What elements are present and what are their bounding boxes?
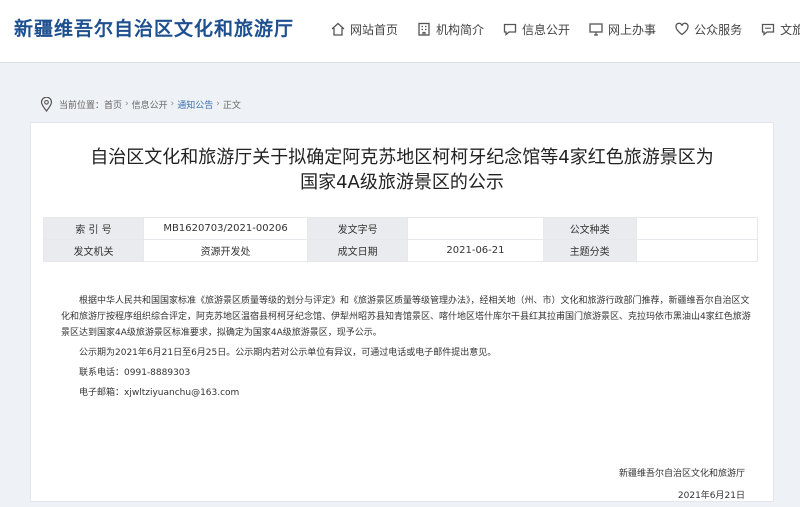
- breadcrumb-notices[interactable]: 通知公告: [177, 98, 213, 111]
- building-icon: [418, 22, 430, 36]
- signature-date: 2021年6月21日: [677, 491, 745, 501]
- article-title-line-1: 自治区文化和旅游厅关于拟确定阿克苏地区柯柯牙纪念馆等4家红色旅游景区为: [90, 147, 714, 168]
- meta-row: 发文机关 资源开发处 成文日期 2021-06-21 主题分类: [43, 239, 759, 262]
- nav-item-label: 网上办事: [608, 22, 657, 37]
- document-meta-table: 索 引 号 MB1620703/2021-00206 发文字号 公文种类 发文机…: [43, 217, 759, 262]
- home-icon: [331, 22, 345, 36]
- signature-block: 新疆维吾尔自治区文化和旅游厅 2021年6月21日: [619, 463, 745, 507]
- meta-value-date: 2021-06-21: [407, 239, 544, 262]
- contact-phone-label: 联系电话：: [79, 368, 125, 378]
- site-header: 新疆维吾尔自治区文化和旅游厅 网站首页 机构简介 信息公开 网上办事 公众服务 …: [0, 0, 800, 63]
- contact-phone-value: 0991-8889303: [124, 368, 191, 378]
- nav-item-label: 公众服务: [694, 22, 743, 37]
- nav-item-label: 信息公开: [522, 22, 571, 37]
- nav-item-label: 网站首页: [350, 22, 399, 37]
- location-pin-icon: [40, 96, 53, 112]
- contact-email-label: 电子邮箱：: [79, 388, 125, 398]
- contact-email-value: xjwltziyuanchu@163.com: [124, 388, 240, 398]
- breadcrumb-separator: ›: [216, 99, 220, 109]
- heart-icon: [675, 22, 689, 36]
- meta-value-index: MB1620703/2021-00206: [142, 217, 309, 240]
- breadcrumb-current: 正文: [222, 100, 241, 111]
- meta-label-date: 成文日期: [307, 239, 409, 262]
- meta-value-issuer: 资源开发处: [142, 239, 309, 262]
- nav-item-online-service[interactable]: 网上办事: [588, 21, 656, 38]
- meta-row: 索 引 号 MB1620703/2021-00206 发文字号 公文种类: [43, 217, 759, 240]
- breadcrumb-info-public[interactable]: 信息公开: [132, 98, 168, 111]
- site-title[interactable]: 新疆维吾尔自治区文化和旅游厅: [14, 14, 294, 41]
- meta-value-doc-type: [635, 217, 759, 240]
- meta-label-doc-no: 发文字号: [307, 217, 409, 240]
- article-title: 自治区文化和旅游厅关于拟确定阿克苏地区柯柯牙纪念馆等4家红色旅游景区为 国家4A…: [31, 145, 773, 195]
- main-nav: 网站首页 机构简介 信息公开 网上办事 公众服务 文旅资讯: [330, 18, 800, 40]
- nav-item-label: 文旅资讯: [780, 22, 800, 37]
- meta-label-doc-type: 公文种类: [542, 217, 637, 240]
- breadcrumb-home[interactable]: 首页: [104, 98, 122, 111]
- article-title-line-2: 国家4A级旅游景区的公示: [300, 172, 504, 193]
- breadcrumb: 当前位置： 首页 › 信息公开 › 通知公告 › 正文: [40, 96, 241, 112]
- chat-icon: [761, 23, 775, 36]
- article-body: 根据中华人民共和国国家标准《旅游景区质量等级的划分与评定》和《旅游景区质量等级管…: [61, 293, 751, 405]
- monitor-icon: [589, 23, 603, 36]
- meta-value-doc-no: [407, 217, 544, 240]
- contact-phone: 联系电话：0991-8889303: [79, 365, 751, 381]
- nav-item-about[interactable]: 机构简介: [416, 21, 484, 38]
- article-paragraph: 根据中华人民共和国国家标准《旅游景区质量等级的划分与评定》和《旅游景区质量等级管…: [61, 296, 751, 338]
- article-card: 自治区文化和旅游厅关于拟确定阿克苏地区柯柯牙纪念馆等4家红色旅游景区为 国家4A…: [30, 122, 774, 502]
- nav-item-info-public[interactable]: 信息公开: [502, 21, 570, 38]
- signature-org: 新疆维吾尔自治区文化和旅游厅: [618, 469, 745, 479]
- meta-value-topic: [635, 239, 759, 262]
- contact-email: 电子邮箱：xjwltziyuanchu@163.com: [79, 385, 751, 401]
- meta-label-issuer: 发文机关: [43, 239, 144, 262]
- breadcrumb-separator: ›: [125, 99, 129, 109]
- nav-item-label: 机构简介: [436, 22, 485, 37]
- nav-item-home[interactable]: 网站首页: [330, 21, 398, 38]
- nav-item-public-service[interactable]: 公众服务: [674, 21, 742, 38]
- meta-label-index: 索 引 号: [43, 217, 144, 240]
- breadcrumb-prefix: 当前位置：: [59, 100, 105, 111]
- chat-icon: [503, 23, 517, 36]
- publicity-period: 公示期为2021年6月21日至6月25日。公示期内若对公示单位有异议，可通过电话…: [79, 348, 497, 358]
- meta-label-topic: 主题分类: [542, 239, 637, 262]
- nav-item-culture-news[interactable]: 文旅资讯: [760, 21, 800, 38]
- breadcrumb-separator: ›: [170, 99, 175, 109]
